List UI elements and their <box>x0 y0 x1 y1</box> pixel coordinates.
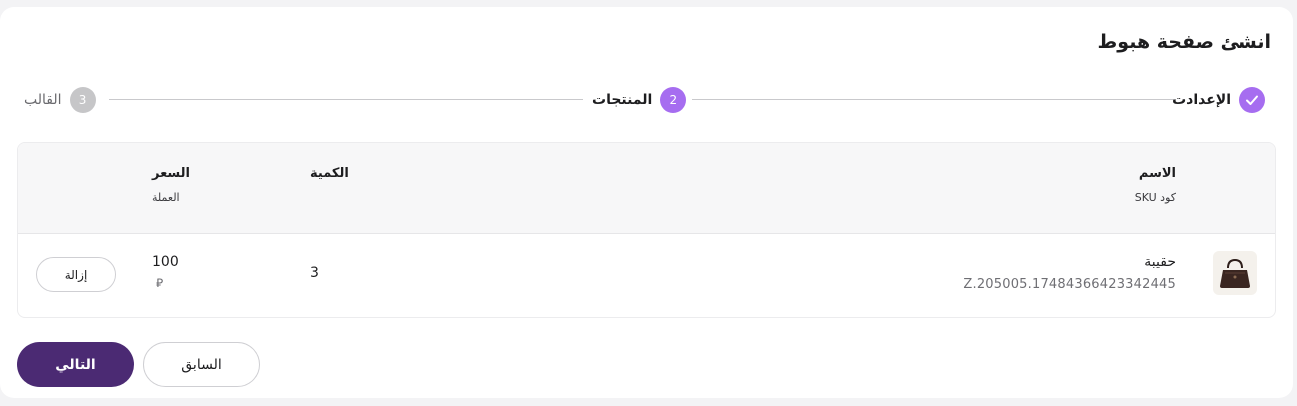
landing-page-wizard-card: انشئ صفحة هبوط الإعدادت 2 المنتجات 3 الق… <box>0 7 1293 398</box>
page-title: انشئ صفحة هبوط <box>1097 31 1271 53</box>
step-label: القالب <box>24 92 62 108</box>
quantity-header-label: الكمية <box>310 166 349 181</box>
products-table: الاسم كود SKU الكمية السعر العملة حقيبة <box>17 142 1276 318</box>
step-products[interactable]: 2 المنتجات <box>592 86 687 114</box>
remove-button[interactable]: إزالة <box>36 257 116 292</box>
quantity-column-header: الكمية <box>310 166 370 181</box>
stepper-connector <box>692 99 1176 100</box>
sku-header-label: كود SKU <box>1134 191 1176 204</box>
product-sku: Z.205005.17484366423342445 <box>963 277 1176 292</box>
name-header-label: الاسم <box>1138 166 1176 181</box>
price-column-header: السعر العملة <box>152 166 212 204</box>
product-name: حقيبة <box>1144 254 1176 270</box>
step-number: 3 <box>69 87 96 113</box>
table-row: حقيبة Z.205005.17484366423342445 3 100 ⃁… <box>18 234 1275 317</box>
check-icon <box>1239 87 1265 113</box>
price-header-label: السعر <box>152 166 190 181</box>
table-header: الاسم كود SKU الكمية السعر العملة <box>18 143 1275 234</box>
currency-header-label: العملة <box>152 191 180 204</box>
step-label: المنتجات <box>592 92 653 108</box>
step-label: الإعدادت <box>1172 92 1231 108</box>
wizard-stepper: الإعدادت 2 المنتجات 3 القالب <box>24 86 1265 114</box>
previous-button[interactable]: السابق <box>143 342 260 387</box>
product-quantity: 3 <box>310 265 319 281</box>
step-template[interactable]: 3 القالب <box>24 86 96 114</box>
stepper-connector <box>109 99 583 100</box>
product-price: 100 <box>152 254 179 270</box>
step-number: 2 <box>660 87 687 113</box>
riyal-currency-icon: ⃁ <box>156 276 164 290</box>
next-button[interactable]: التالي <box>17 342 134 387</box>
name-column-header: الاسم كود SKU <box>1135 166 1176 204</box>
step-setup[interactable]: الإعدادت <box>1172 86 1265 114</box>
handbag-icon <box>1213 251 1257 295</box>
